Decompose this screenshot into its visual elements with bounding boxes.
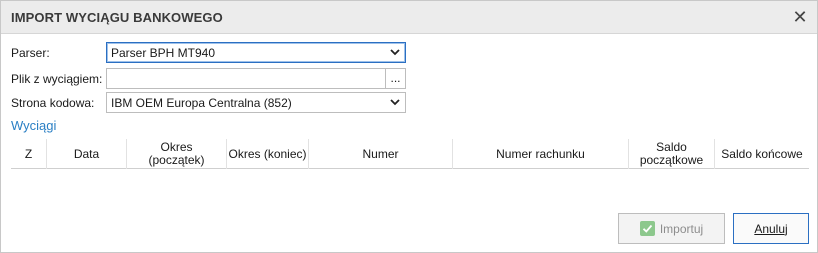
encoding-select[interactable]: IBM OEM Europa Centralna (852) — [106, 92, 406, 113]
column-header-label: Okres (początek) — [148, 140, 205, 167]
column-header-number[interactable]: Numer — [309, 139, 453, 169]
encoding-label: Strona kodowa: — [11, 96, 95, 110]
column-header-closing-balance[interactable]: Saldo końcowe — [715, 139, 809, 169]
column-header-label: Numer — [362, 146, 399, 161]
file-label: Plik z wyciągiem: — [11, 72, 103, 86]
import-button[interactable]: Importuj — [618, 213, 725, 244]
column-header-period-start[interactable]: Okres (początek) — [127, 139, 227, 169]
column-header-label: Saldo początkowe — [639, 140, 704, 167]
parser-select-value: Parser BPH MT940 — [111, 46, 216, 60]
close-button[interactable]: ✕ — [791, 7, 809, 27]
column-header-label: Data — [73, 146, 100, 161]
column-header-label: Z — [24, 146, 33, 161]
column-header-label: Saldo końcowe — [721, 146, 803, 161]
statements-table-header: Z Data Okres (początek) Okres (koniec) N… — [11, 139, 809, 169]
column-header-period-end[interactable]: Okres (koniec) — [227, 139, 309, 169]
cancel-button[interactable]: Anuluj — [733, 213, 809, 244]
statements-section-label[interactable]: Wyciągi — [11, 118, 56, 133]
encoding-select-value: IBM OEM Europa Centralna (852) — [111, 96, 292, 110]
chevron-down-icon — [390, 99, 400, 106]
parser-select[interactable]: Parser BPH MT940 — [106, 42, 406, 63]
chevron-down-icon — [390, 49, 400, 56]
file-input[interactable] — [106, 68, 386, 89]
dialog-title: IMPORT WYCIĄGU BANKOWEGO — [11, 10, 223, 25]
column-header-z[interactable]: Z — [11, 139, 47, 169]
column-header-account-number[interactable]: Numer rachunku — [453, 139, 629, 169]
column-header-date[interactable]: Data — [47, 139, 127, 169]
parser-label: Parser: — [11, 46, 50, 60]
close-icon: ✕ — [792, 7, 808, 27]
column-header-opening-balance[interactable]: Saldo początkowe — [629, 139, 715, 169]
browse-file-button[interactable]: ... — [386, 68, 406, 89]
cancel-button-label: Anuluj — [754, 221, 788, 236]
column-header-label: Numer rachunku — [496, 146, 585, 161]
column-header-label: Okres (koniec) — [228, 146, 307, 161]
dialog-titlebar: IMPORT WYCIĄGU BANKOWEGO ✕ — [1, 1, 817, 34]
import-button-label: Importuj — [659, 221, 704, 236]
import-bank-statement-dialog: IMPORT WYCIĄGU BANKOWEGO ✕ Parser: Parse… — [0, 0, 818, 253]
check-icon — [639, 221, 655, 236]
